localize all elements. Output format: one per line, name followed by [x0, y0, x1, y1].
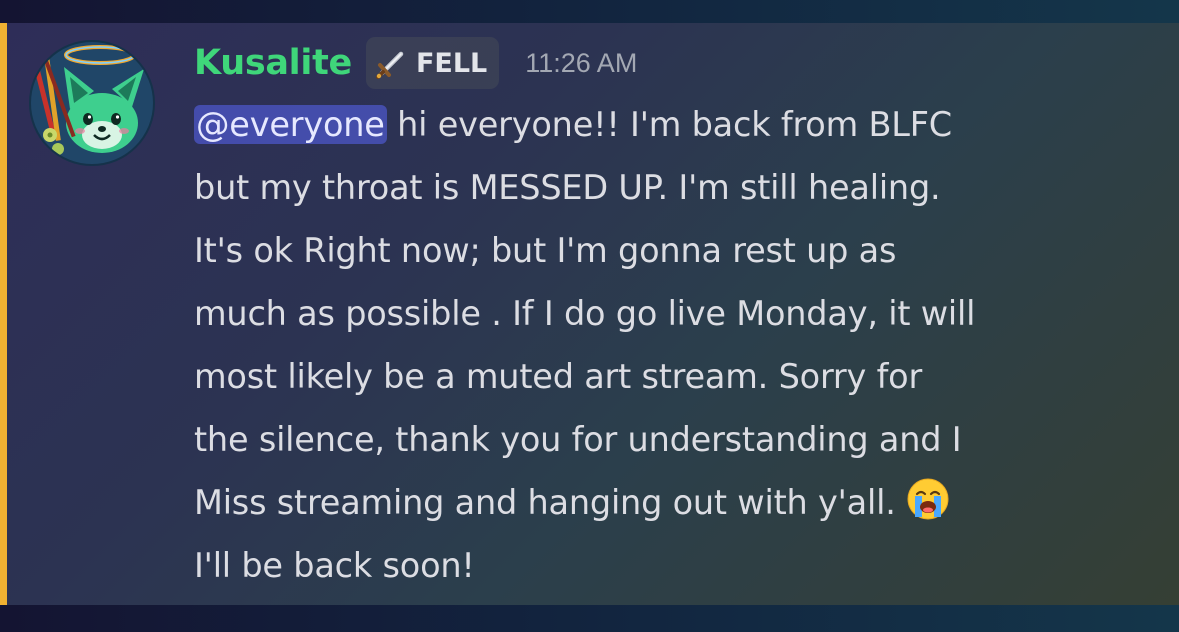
message-line: most likely be a muted art stream. Sorry… [194, 357, 923, 396]
everyone-mention[interactable]: @everyone [194, 105, 387, 144]
message-line: much as possible . If I do go live Monda… [194, 294, 976, 333]
message-timestamp[interactable]: 11:26 AM [525, 48, 637, 79]
message-line: the silence, thank you for understanding… [194, 420, 962, 459]
role-tag[interactable]: FELL [365, 37, 500, 89]
message-line: but my throat is MESSED UP. I'm still he… [194, 168, 941, 207]
message-line: Miss streaming and hanging out with y'al… [194, 471, 1154, 534]
chat-message[interactable]: Kusalite FELL 11:26 AM @everyone hi ever… [0, 23, 1179, 605]
message-content: @everyone hi everyone!! I'm back from BL… [194, 93, 1154, 597]
message-line: I'll be back soon! [194, 546, 475, 585]
avatar[interactable] [28, 39, 156, 167]
screenshot-frame: Kusalite FELL 11:26 AM @everyone hi ever… [0, 0, 1179, 632]
message-line-text: Miss streaming and hanging out with y'al… [194, 483, 907, 522]
loudly-crying-face-icon[interactable] [906, 477, 950, 521]
message-line: @everyone hi everyone!! I'm back from BL… [194, 93, 1154, 156]
message-line: It's ok Right now; but I'm gonna rest up… [194, 231, 897, 270]
message-line-text: hi everyone!! I'm back from BLFC [386, 105, 952, 144]
role-tag-label: FELL [415, 47, 488, 79]
sword-icon [374, 45, 410, 81]
author-username[interactable]: Kusalite [194, 43, 352, 83]
mention-highlight-bar [0, 23, 7, 605]
fox-avatar-icon [29, 40, 155, 166]
message-header: Kusalite FELL 11:26 AM [194, 35, 637, 91]
